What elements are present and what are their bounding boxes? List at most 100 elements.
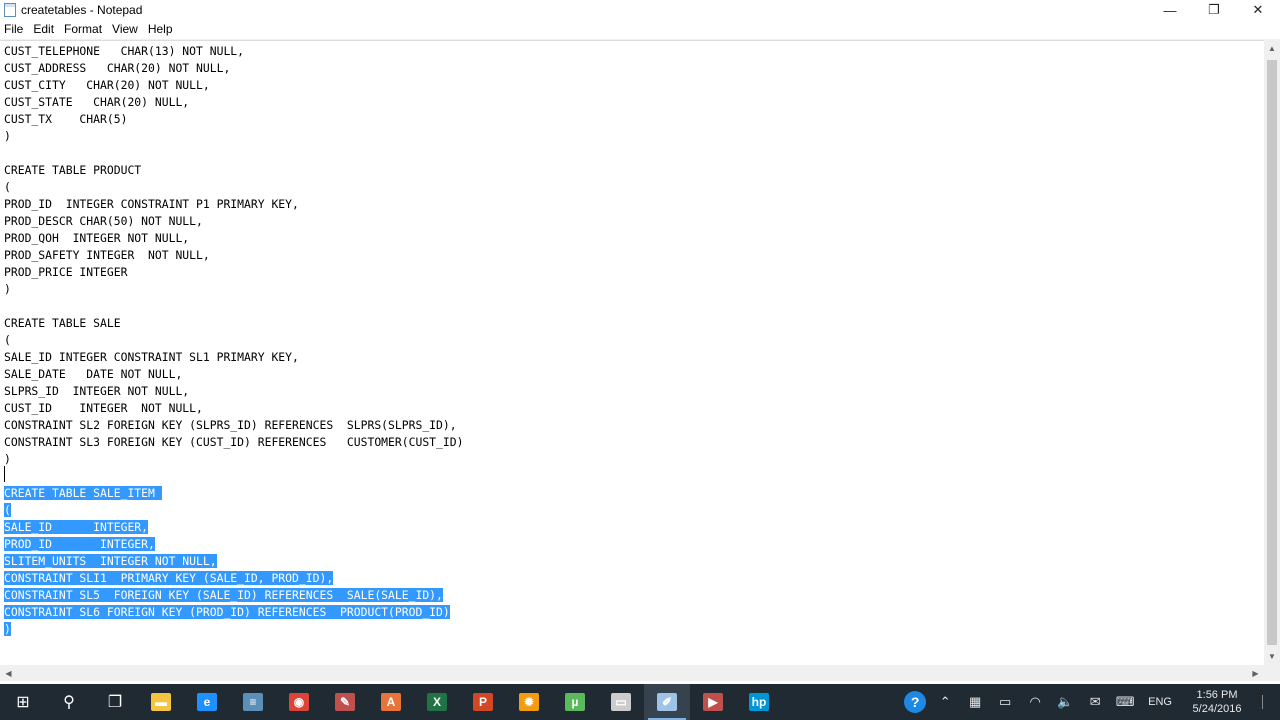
text-line[interactable]: ( — [4, 332, 463, 349]
text-line[interactable]: PROD_QOH INTEGER NOT NULL, — [4, 230, 463, 247]
scroll-up-icon[interactable]: ▲ — [1264, 40, 1280, 57]
start-button[interactable]: ⊞ — [0, 684, 46, 720]
notepad-icon — [4, 3, 16, 17]
text-line[interactable]: CREATE TABLE PRODUCT — [4, 162, 463, 179]
text-line[interactable]: ) — [4, 451, 463, 468]
vertical-scrollbar[interactable]: ▲ ▼ — [1264, 40, 1280, 665]
wifi-icon[interactable]: ◠ — [1020, 684, 1050, 720]
text-line[interactable]: ( — [4, 179, 463, 196]
text-line[interactable]: ( — [4, 502, 463, 519]
text-editor[interactable]: CUST_TELEPHONE CHAR(13) NOT NULL, CUST_AD… — [0, 40, 1264, 666]
text-line[interactable]: CREATE TABLE SALE — [4, 315, 463, 332]
text-line[interactable]: SLITEM_UNITS INTEGER NOT NULL, — [4, 553, 463, 570]
text-line[interactable]: CONSTRAINT SL3 FOREIGN KEY (CUST_ID) REF… — [4, 434, 463, 451]
title-bar[interactable]: createtables - Notepad — ❐ ✕ — [0, 0, 1280, 20]
text-line[interactable]: ) — [4, 281, 463, 298]
scroll-thumb[interactable] — [1267, 60, 1277, 645]
text-line[interactable]: PROD_ID INTEGER, — [4, 536, 463, 553]
text-line[interactable]: CUST_TX CHAR(5) — [4, 111, 463, 128]
menu-file[interactable]: File — [0, 20, 28, 39]
network-device-icon[interactable]: ▦ — [960, 684, 990, 720]
notification-icon[interactable] — [1254, 684, 1280, 720]
text-line-content: SLPRS_ID INTEGER NOT NULL, — [4, 384, 190, 398]
horizontal-scrollbar[interactable]: ◀ ▶ — [0, 665, 1264, 681]
message-icon[interactable]: ✉ — [1080, 684, 1110, 720]
task-view-button[interactable]: ❐ — [92, 684, 138, 720]
notepad-active[interactable]: ✐ — [644, 684, 690, 720]
clock[interactable]: 1:56 PM 5/24/2016 — [1180, 688, 1254, 716]
text-line[interactable]: ) — [4, 128, 463, 145]
editor-lines[interactable]: CUST_TELEPHONE CHAR(13) NOT NULL, CUST_AD… — [4, 43, 463, 638]
text-line[interactable]: CONSTRAINT SL5 FOREIGN KEY (SALE_ID) REF… — [4, 587, 463, 604]
text-line[interactable]: ) — [4, 621, 463, 638]
text-line[interactable] — [4, 145, 463, 162]
text-line[interactable]: SALE_ID INTEGER, — [4, 519, 463, 536]
file-explorer[interactable]: ▬ — [138, 684, 184, 720]
language-indicator[interactable]: ENG — [1140, 696, 1180, 708]
windows-logo: ⊞ — [16, 694, 30, 711]
text-line[interactable]: CONSTRAINT SL6 FOREIGN KEY (PROD_ID) REF… — [4, 604, 463, 621]
show-desktop-edge — [1261, 695, 1273, 709]
menu-format[interactable]: Format — [59, 20, 107, 39]
text-line[interactable] — [4, 298, 463, 315]
scroll-down-icon[interactable]: ▼ — [1264, 648, 1280, 665]
text-line-content: CONSTRAINT SL3 FOREIGN KEY (CUST_ID) REF… — [4, 435, 464, 449]
settings-app[interactable]: ✹ — [506, 684, 552, 720]
media-app[interactable]: ▶ — [690, 684, 736, 720]
text-line[interactable]: CONSTRAINT SLI1 PRIMARY KEY (SALE_ID, PR… — [4, 570, 463, 587]
text-line-content: CONSTRAINT SL2 FOREIGN KEY (SLPRS_ID) RE… — [4, 418, 457, 432]
utorrent-app[interactable]: µ — [552, 684, 598, 720]
chevron-up-icon[interactable]: ⌃ — [930, 684, 960, 720]
help-icon[interactable]: ? — [900, 684, 930, 720]
close-button[interactable]: ✕ — [1236, 0, 1280, 20]
text-line[interactable]: CUST_ADDRESS CHAR(20) NOT NULL, — [4, 60, 463, 77]
text-line[interactable]: CUST_STATE CHAR(20) NULL, — [4, 94, 463, 111]
pen-icon: ✎ — [335, 693, 355, 711]
text-line[interactable]: PROD_PRICE INTEGER — [4, 264, 463, 281]
edge-browser[interactable]: e — [184, 684, 230, 720]
text-line[interactable] — [4, 468, 463, 485]
hp-app[interactable]: hp — [736, 684, 782, 720]
database-icon: A — [381, 693, 401, 711]
excel-app[interactable]: X — [414, 684, 460, 720]
text-line[interactable]: CONSTRAINT SL2 FOREIGN KEY (SLPRS_ID) RE… — [4, 417, 463, 434]
screen-app[interactable]: ▭ — [598, 684, 644, 720]
text-line-content: ) — [4, 129, 11, 143]
restore-button[interactable]: ❐ — [1192, 0, 1236, 20]
text-line[interactable]: CUST_ID INTEGER NOT NULL, — [4, 400, 463, 417]
scroll-left-icon[interactable]: ◀ — [0, 665, 17, 681]
text-line-content: CONSTRAINT SLI1 PRIMARY KEY (SALE_ID, PR… — [4, 571, 334, 585]
text-line-content: CONSTRAINT SL6 FOREIGN KEY (PROD_ID) REF… — [4, 605, 450, 619]
menu-help[interactable]: Help — [143, 20, 178, 39]
text-line[interactable]: SLPRS_ID INTEGER NOT NULL, — [4, 383, 463, 400]
powerpoint-app[interactable]: P — [460, 684, 506, 720]
text-line[interactable]: PROD_ID INTEGER CONSTRAINT P1 PRIMARY KE… — [4, 196, 463, 213]
notepad-app[interactable]: ≡ — [230, 684, 276, 720]
text-line[interactable]: CREATE TABLE SALE_ITEM — [4, 485, 463, 502]
chrome-icon: ◉ — [289, 693, 309, 711]
text-line[interactable]: PROD_DESCR CHAR(50) NOT NULL, — [4, 213, 463, 230]
access-app[interactable]: A — [368, 684, 414, 720]
keyboard-icon[interactable]: ⌨ — [1110, 684, 1140, 720]
sql-tool[interactable]: ✎ — [322, 684, 368, 720]
text-line-content: SALE_ID INTEGER CONSTRAINT SL1 PRIMARY K… — [4, 350, 299, 364]
text-line[interactable]: SALE_DATE DATE NOT NULL, — [4, 366, 463, 383]
menu-edit[interactable]: Edit — [28, 20, 59, 39]
battery-icon[interactable]: ▭ — [990, 684, 1020, 720]
search-button[interactable]: ⚲ — [46, 684, 92, 720]
text-line[interactable]: CUST_CITY CHAR(20) NOT NULL, — [4, 77, 463, 94]
menu-view[interactable]: View — [107, 20, 143, 39]
text-line[interactable]: CUST_TELEPHONE CHAR(13) NOT NULL, — [4, 43, 463, 60]
text-line-content: CUST_ID INTEGER NOT NULL, — [4, 401, 203, 415]
text-line[interactable]: PROD_SAFETY INTEGER NOT NULL, — [4, 247, 463, 264]
media-icon: ▶ — [703, 693, 723, 711]
chrome-browser[interactable]: ◉ — [276, 684, 322, 720]
text-line-content: CUST_TELEPHONE CHAR(13) NOT NULL, — [4, 44, 245, 58]
minimize-button[interactable]: — — [1148, 0, 1192, 20]
text-line-content: CREATE TABLE SALE — [4, 316, 121, 330]
text-line[interactable]: SALE_ID INTEGER CONSTRAINT SL1 PRIMARY K… — [4, 349, 463, 366]
scroll-right-icon[interactable]: ▶ — [1247, 665, 1264, 681]
volume-icon[interactable]: 🔈 — [1050, 684, 1080, 720]
text-line-content: CUST_ADDRESS CHAR(20) NOT NULL, — [4, 61, 231, 75]
window-controls: — ❐ ✕ — [1148, 0, 1280, 20]
